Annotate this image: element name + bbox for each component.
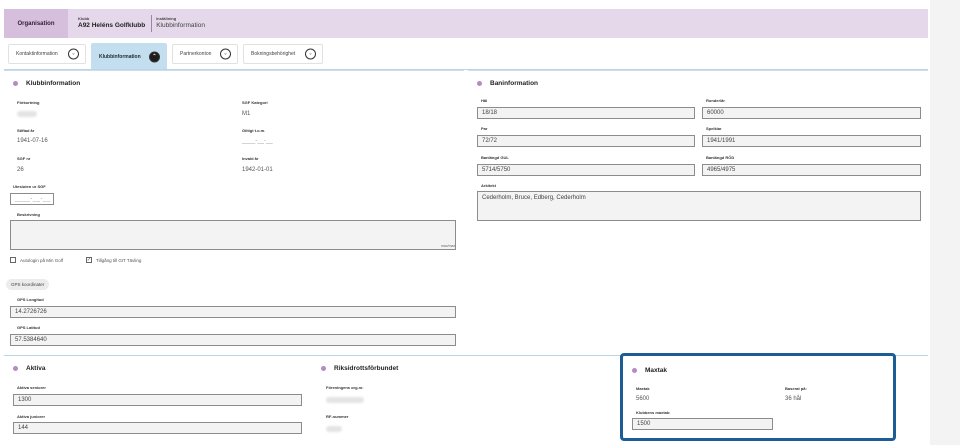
baninformation-title: Baninformation	[490, 80, 539, 87]
riksidrott-title: Riksidrottsförbundet	[334, 365, 399, 372]
banlangd-rod-input[interactable]: 4965/4975	[702, 164, 921, 176]
stiftad-value: 1941-07-16	[17, 138, 48, 144]
tillgang-checkbox[interactable]: ✓ Tillgång till GIT Tävling	[86, 257, 141, 263]
aktiva-panel: Aktiva Aktiva seniorer 1300 Aktiva junio…	[4, 356, 308, 442]
tab-label: Bokningsbehörighet	[251, 51, 296, 57]
tab-kontaktinformation[interactable]: Kontaktinformation ⌄	[8, 44, 86, 64]
aktiva-title: Aktiva	[26, 365, 46, 372]
panel-title: Riksidrottsförbundet	[321, 365, 398, 372]
ronder-input[interactable]: 60000	[702, 107, 921, 119]
utesluten-label: Utesluten ur SGF	[13, 184, 46, 189]
rf-nummer-value-redacted	[326, 426, 342, 432]
ronder-label: Ronder/år	[706, 98, 725, 103]
beskrivning-textarea[interactable]	[10, 220, 456, 250]
giltigt-value: ____-__-__	[242, 138, 273, 144]
banlangd-gul-label: Banlängd GUL	[481, 155, 509, 160]
autologin-label: Autologin på Min Golf	[20, 257, 64, 263]
banlangd-rod-label: Banlängd RÖD	[706, 155, 735, 160]
gps-koordinater-chip[interactable]: GPS koordinater	[6, 279, 50, 290]
klubbinformation-panel: Klubbinformation Förkortning SGF Kategor…	[4, 70, 464, 354]
baninformation-panel: Baninformation Hål 18/18 Ronder/år 60000…	[468, 70, 928, 354]
arkitekt-textarea[interactable]: Cederholm, Bruce, Edberg, Cederholm	[477, 191, 921, 221]
gps-long-label: GPS Longitud	[17, 297, 44, 302]
tab-partnerkonton[interactable]: Partnerkonton ⌄	[172, 44, 238, 64]
sgf-nr-value: 26	[17, 167, 24, 173]
gps-long-input[interactable]: 14.2726726	[10, 306, 456, 318]
bullet-icon	[321, 366, 326, 371]
gps-lat-input[interactable]: 57.5384640	[10, 334, 456, 346]
utesluten-date-input[interactable]: ____-__-__	[10, 193, 54, 205]
organisation-button[interactable]: Organisation	[4, 9, 68, 38]
tab-bokningsbehorighet[interactable]: Bokningsbehörighet ⌄	[243, 44, 323, 64]
orgnr-label: Föreningens org.nr.	[326, 385, 364, 390]
header-bar: Organisation Klubb A92 Heléns Golfklubb …	[4, 9, 928, 38]
chevron-up-icon: ⌃	[149, 51, 160, 62]
bullet-icon	[13, 366, 18, 371]
tab-label: Kontaktinformation	[16, 51, 58, 57]
orgnr-value-redacted	[326, 397, 364, 403]
par-input[interactable]: 72/72	[477, 135, 695, 147]
panel-title: Aktiva	[13, 365, 46, 372]
giltigt-label: Giltigt t.o.m.	[242, 128, 266, 133]
autologin-checkbox[interactable]: Autologin på Min Golf	[10, 257, 63, 263]
maxtak-highlight-frame	[620, 353, 896, 441]
aktiva-juniorer-label: Aktiva juniorer	[17, 414, 46, 419]
beskrivning-counter: max/max	[441, 244, 456, 248]
breadcrumb-setting: Inställning Klubbinformation	[156, 17, 205, 29]
checkmark-icon: ✓	[86, 256, 92, 263]
stiftad-label: Stiftad år	[17, 128, 35, 133]
gps-lat-label: GPS Latitud	[17, 325, 40, 330]
bullet-icon	[477, 81, 482, 86]
hal-label: Hål	[481, 98, 488, 103]
klubbinformation-title: Klubbinformation	[26, 80, 81, 87]
right-gutter	[930, 0, 960, 445]
invald-value: 1942-01-01	[242, 167, 273, 173]
riksidrottsforbundet-panel: Riksidrottsförbundet Föreningens org.nr.…	[312, 356, 616, 442]
par-label: Par	[481, 126, 488, 131]
chevron-down-icon: ⌄	[220, 48, 231, 60]
rf-nummer-label: RF-nummer	[326, 414, 349, 419]
forkortning-label: Förkortning	[17, 100, 40, 105]
sgf-kategori-label: SGF Kategori	[242, 100, 268, 105]
checkbox-empty-icon	[10, 257, 16, 263]
bullet-icon	[13, 81, 18, 86]
sgf-kategori-value: M1	[242, 111, 251, 117]
breadcrumb-club: Klubb A92 Heléns Golfklubb	[78, 17, 145, 29]
aktiva-seniorer-input[interactable]: 1300	[13, 394, 302, 406]
setting-name: Klubbinformation	[156, 22, 205, 30]
club-name: A92 Heléns Golfklubb	[78, 22, 146, 30]
aktiva-seniorer-label: Aktiva seniorer	[17, 385, 46, 390]
sgf-nr-label: SGF nr	[17, 156, 31, 161]
tab-label: Partnerkonton	[180, 51, 212, 57]
arkitekt-label: Arkitekt	[481, 183, 496, 188]
spelklar-label: Spelklar	[706, 126, 722, 131]
banlangd-gul-input[interactable]: 5714/5750	[477, 164, 695, 176]
chevron-down-icon: ⌄	[68, 48, 79, 60]
spelklar-input[interactable]: 1941/1991	[702, 135, 921, 147]
tab-label: Klubbinformation	[99, 53, 141, 60]
breadcrumb-divider	[151, 15, 153, 32]
panel-title: Klubbinformation	[13, 80, 80, 87]
tab-klubbinformation[interactable]: Klubbinformation ⌃	[91, 43, 167, 70]
aktiva-juniorer-input[interactable]: 144	[13, 422, 302, 434]
hal-input[interactable]: 18/18	[477, 107, 695, 119]
tillgang-label: Tillgång till GIT Tävling	[96, 257, 142, 263]
beskrivning-label: Beskrivning	[17, 212, 40, 217]
forkortning-value-redacted	[17, 111, 37, 117]
panel-title: Baninformation	[477, 80, 538, 87]
chevron-down-icon: ⌄	[305, 48, 316, 60]
invald-label: Invald år	[242, 156, 259, 161]
